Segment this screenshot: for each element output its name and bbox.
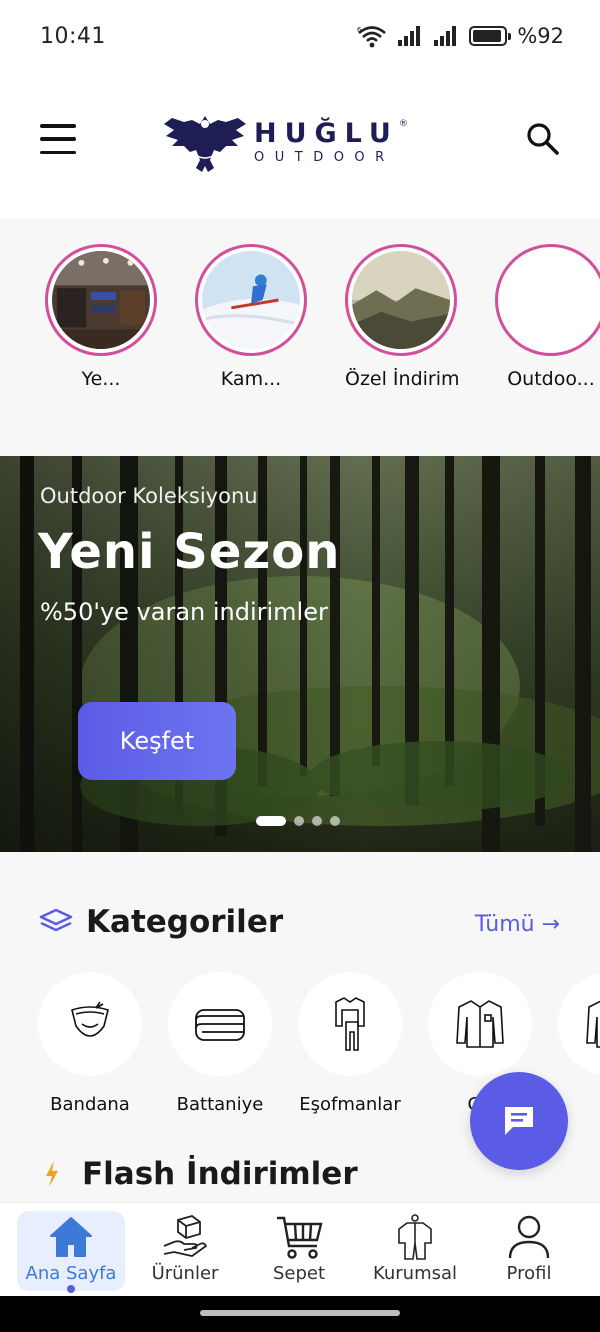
category-item[interactable]: Battaniye (168, 972, 272, 1115)
nav-profile[interactable]: Profil (475, 1211, 583, 1291)
flash-sale-header: Flash İndirimler (44, 1156, 358, 1192)
signal-icon-2 (434, 26, 457, 46)
status-bar: 10:41 6 %92 (0, 0, 600, 72)
nav-home[interactable]: Ana Sayfa (17, 1211, 125, 1293)
search-icon (527, 123, 559, 155)
story-image (52, 251, 150, 349)
cart-icon (277, 1216, 323, 1259)
battery-icon (469, 26, 512, 46)
nav-products[interactable]: Ürünler (131, 1211, 239, 1291)
system-gesture-bar (0, 1296, 600, 1332)
battery-percent: %92 (517, 24, 564, 48)
hero-subtitle: Outdoor Koleksiyonu (40, 484, 258, 508)
carousel-dots (256, 816, 340, 826)
story-label: Outdoo... (507, 368, 595, 390)
active-indicator (67, 1285, 75, 1293)
story-image (202, 251, 300, 349)
categories-header: Kategoriler (38, 904, 283, 940)
nav-label: Ürünler (151, 1263, 219, 1284)
nav-label: Profil (506, 1263, 552, 1284)
app-header: HUĞLU® OUTDOOR (0, 72, 600, 218)
category-item[interactable]: H (558, 972, 600, 1115)
nav-label: Sepet (272, 1263, 326, 1284)
eagle-logo-icon (164, 116, 246, 172)
tracksuit-icon (335, 997, 365, 1051)
category-item[interactable]: Eşofmanlar (298, 972, 402, 1115)
status-icons: 6 %92 (357, 24, 564, 48)
hero-title: Yeni Sezon (38, 524, 341, 580)
story-item[interactable]: Ye... (45, 244, 157, 390)
layers-icon (39, 908, 73, 932)
bandana-icon (71, 1001, 109, 1037)
logo-sub: OUTDOOR (254, 150, 395, 165)
flash-sale-title: Flash İndirimler (82, 1156, 358, 1192)
nav-corporate[interactable]: Kurumsal (361, 1211, 469, 1291)
categories-title: Kategoriler (86, 904, 284, 940)
story-item[interactable]: Özel İndirim (345, 244, 460, 390)
story-label: Ye... (81, 368, 121, 390)
jacket-icon (586, 1000, 600, 1048)
hamburger-icon (40, 124, 76, 128)
products-icon (163, 1215, 208, 1257)
story-image (352, 251, 450, 349)
menu-button[interactable] (40, 124, 76, 154)
signal-icon (398, 26, 421, 46)
nav-label: Kurumsal (372, 1263, 458, 1284)
story-item[interactable]: Kam... (195, 244, 307, 390)
category-label: Bandana (50, 1094, 130, 1115)
category-label: Battaniye (176, 1094, 264, 1115)
story-image (502, 251, 600, 349)
carousel-dot[interactable] (312, 816, 322, 826)
category-label: Eşofmanlar (299, 1094, 401, 1115)
bottom-navigation: Ana Sayfa Ürünler Sepet Kurumsal Profil (0, 1202, 600, 1296)
hero-background-image (0, 456, 600, 852)
logo-registered: ® (398, 119, 408, 129)
chat-button[interactable] (470, 1072, 568, 1170)
lightning-icon (46, 1161, 58, 1187)
brand-logo[interactable]: HUĞLU® OUTDOOR (162, 110, 432, 174)
carousel-dot[interactable] (256, 816, 286, 826)
svg-text:6: 6 (357, 26, 362, 34)
story-item[interactable]: Outdoo... (495, 244, 600, 390)
profile-icon (508, 1215, 550, 1259)
story-label: Özel İndirim (345, 368, 460, 390)
gesture-handle[interactable] (200, 1310, 400, 1316)
stories-row: Ye... Kam... Özel İndirim Outdoo... (0, 218, 600, 456)
hero-description: %50'ye varan indirimler (40, 598, 328, 626)
see-all-link[interactable]: Tümü → (475, 912, 560, 937)
status-time: 10:41 (40, 23, 106, 49)
search-button[interactable] (526, 122, 560, 156)
chat-icon (505, 1107, 533, 1135)
home-icon (50, 1217, 92, 1257)
blanket-icon (195, 1009, 245, 1041)
logo-main: HUĞLU (254, 118, 399, 149)
nav-cart[interactable]: Sepet (245, 1211, 353, 1291)
category-item[interactable]: Bandana (38, 972, 142, 1115)
corporate-icon (398, 1214, 432, 1260)
discover-button[interactable]: Keşfet (78, 702, 236, 780)
story-label: Kam... (220, 368, 282, 390)
wifi-icon: 6 (357, 26, 387, 48)
hero-banner[interactable]: Outdoor Koleksiyonu Yeni Sezon %50'ye va… (0, 456, 600, 852)
nav-label: Ana Sayfa (25, 1263, 117, 1284)
carousel-dot[interactable] (294, 816, 304, 826)
carousel-dot[interactable] (330, 816, 340, 826)
shirt-icon (456, 1000, 504, 1048)
